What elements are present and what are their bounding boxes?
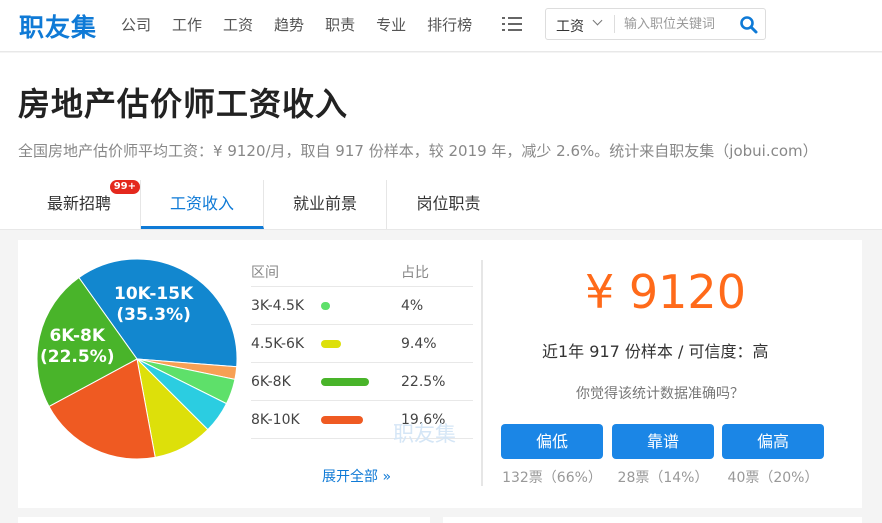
average-salary: ¥ 9120 (585, 265, 746, 319)
pie-label-pct: (35.3%) (116, 305, 191, 325)
pie-label-10k-15k: 10K-15K (35.3%) (114, 284, 193, 326)
row-range: 8K-10K (251, 411, 300, 428)
search-box: 工资 (545, 8, 766, 40)
search-divider (614, 15, 615, 33)
count-badge: 99+ (109, 180, 140, 194)
tab-duties[interactable]: 岗位职责 (387, 180, 510, 229)
pie-label-range: 10K-15K (114, 284, 194, 304)
nav-item-trends[interactable]: 趋势 (274, 14, 304, 35)
search-input[interactable] (624, 14, 734, 34)
search-category-select[interactable]: 工资 (556, 16, 584, 36)
vote-accurate-button[interactable]: 靠谱 (612, 424, 714, 459)
row-ratio: 9.4% (401, 335, 437, 352)
row-bar (321, 339, 342, 348)
table-row: 3K-4.5K 4% (251, 287, 473, 325)
accuracy-question: 你觉得该统计数据准确吗？ (576, 386, 744, 402)
vote-high-button[interactable]: 偏高 (722, 424, 824, 459)
next-card-right (443, 517, 862, 523)
expand-all-link[interactable]: 展开全部 » (322, 466, 391, 486)
vote-low-count: 132票（66%） (502, 470, 602, 486)
nav-item-rankings[interactable]: 排行榜 (427, 14, 472, 35)
row-range: 6K-8K (251, 373, 291, 390)
menu-icon[interactable] (502, 15, 522, 33)
top-header: 职友集 公司 工作 工资 趋势 职责 专业 排行榜 工资 (0, 0, 882, 52)
row-ratio: 4% (401, 297, 424, 314)
chevron-down-icon[interactable] (592, 15, 603, 26)
distribution-table: 区间 占比 3K-4.5K 4% 4.5K-6K 9.4% 6K-8K 22.5… (251, 257, 473, 439)
pie-label-6k-8k: 6K-8K (22.5%) (40, 326, 115, 368)
nav-item-majors[interactable]: 专业 (376, 14, 406, 35)
row-range: 4.5K-6K (251, 335, 305, 352)
nav-item-salary[interactable]: 工资 (223, 14, 253, 35)
divider (0, 229, 882, 230)
table-row: 6K-8K 22.5% (251, 363, 473, 401)
vote-high-count: 40票（20%） (727, 470, 819, 486)
nav-item-jobs[interactable]: 工作 (172, 14, 202, 35)
pie-label-range: 6K-8K (49, 326, 106, 346)
search-icon[interactable] (739, 15, 759, 35)
tab-bar: 最新招聘 99+ 工资收入 就业前景 岗位职责 (18, 180, 510, 229)
row-bar (321, 301, 330, 310)
tab-label: 工资收入 (169, 194, 234, 213)
tab-prospects[interactable]: 就业前景 (264, 180, 387, 229)
nav-item-duties[interactable]: 职责 (325, 14, 355, 35)
header-range: 区间 (251, 264, 279, 281)
header-ratio: 占比 (401, 264, 429, 281)
page-title: 房地产估价师工资收入 (18, 85, 349, 123)
tab-salary[interactable]: 工资收入 (141, 180, 264, 229)
sample-info: 近1年 917 份样本 / 可信度：高 (542, 342, 769, 361)
title-section: 房地产估价师工资收入 全国房地产估价师平均工资：¥ 9120/月，取自 917 … (0, 53, 882, 230)
main-nav: 公司 工作 工资 趋势 职责 专业 排行榜 (121, 14, 493, 35)
row-range: 3K-4.5K (251, 297, 305, 314)
tab-label: 岗位职责 (416, 194, 481, 213)
row-bar (321, 377, 369, 386)
row-bar (321, 415, 363, 424)
pie-label-pct: (22.5%) (40, 347, 115, 367)
vote-accurate-count: 28票（14%） (617, 470, 709, 486)
nav-item-company[interactable]: 公司 (121, 14, 151, 35)
page-subtitle: 全国房地产估价师平均工资：¥ 9120/月，取自 917 份样本，较 2019 … (18, 142, 818, 160)
next-card-left (18, 517, 430, 523)
salary-card: 10K-15K (35.3%) 6K-8K (22.5%) 区间 占比 3K-4… (18, 240, 862, 508)
vote-low-button[interactable]: 偏低 (501, 424, 603, 459)
tab-latest-jobs[interactable]: 最新招聘 99+ (18, 180, 141, 229)
tab-label: 最新招聘 (46, 194, 111, 213)
watermark: 职友集 (393, 422, 456, 446)
table-header: 区间 占比 (251, 257, 473, 287)
tab-label: 就业前景 (292, 194, 357, 213)
row-ratio: 22.5% (401, 373, 446, 390)
table-row: 4.5K-6K 9.4% (251, 325, 473, 363)
vertical-divider (481, 260, 483, 486)
site-logo[interactable]: 职友集 (19, 8, 97, 44)
